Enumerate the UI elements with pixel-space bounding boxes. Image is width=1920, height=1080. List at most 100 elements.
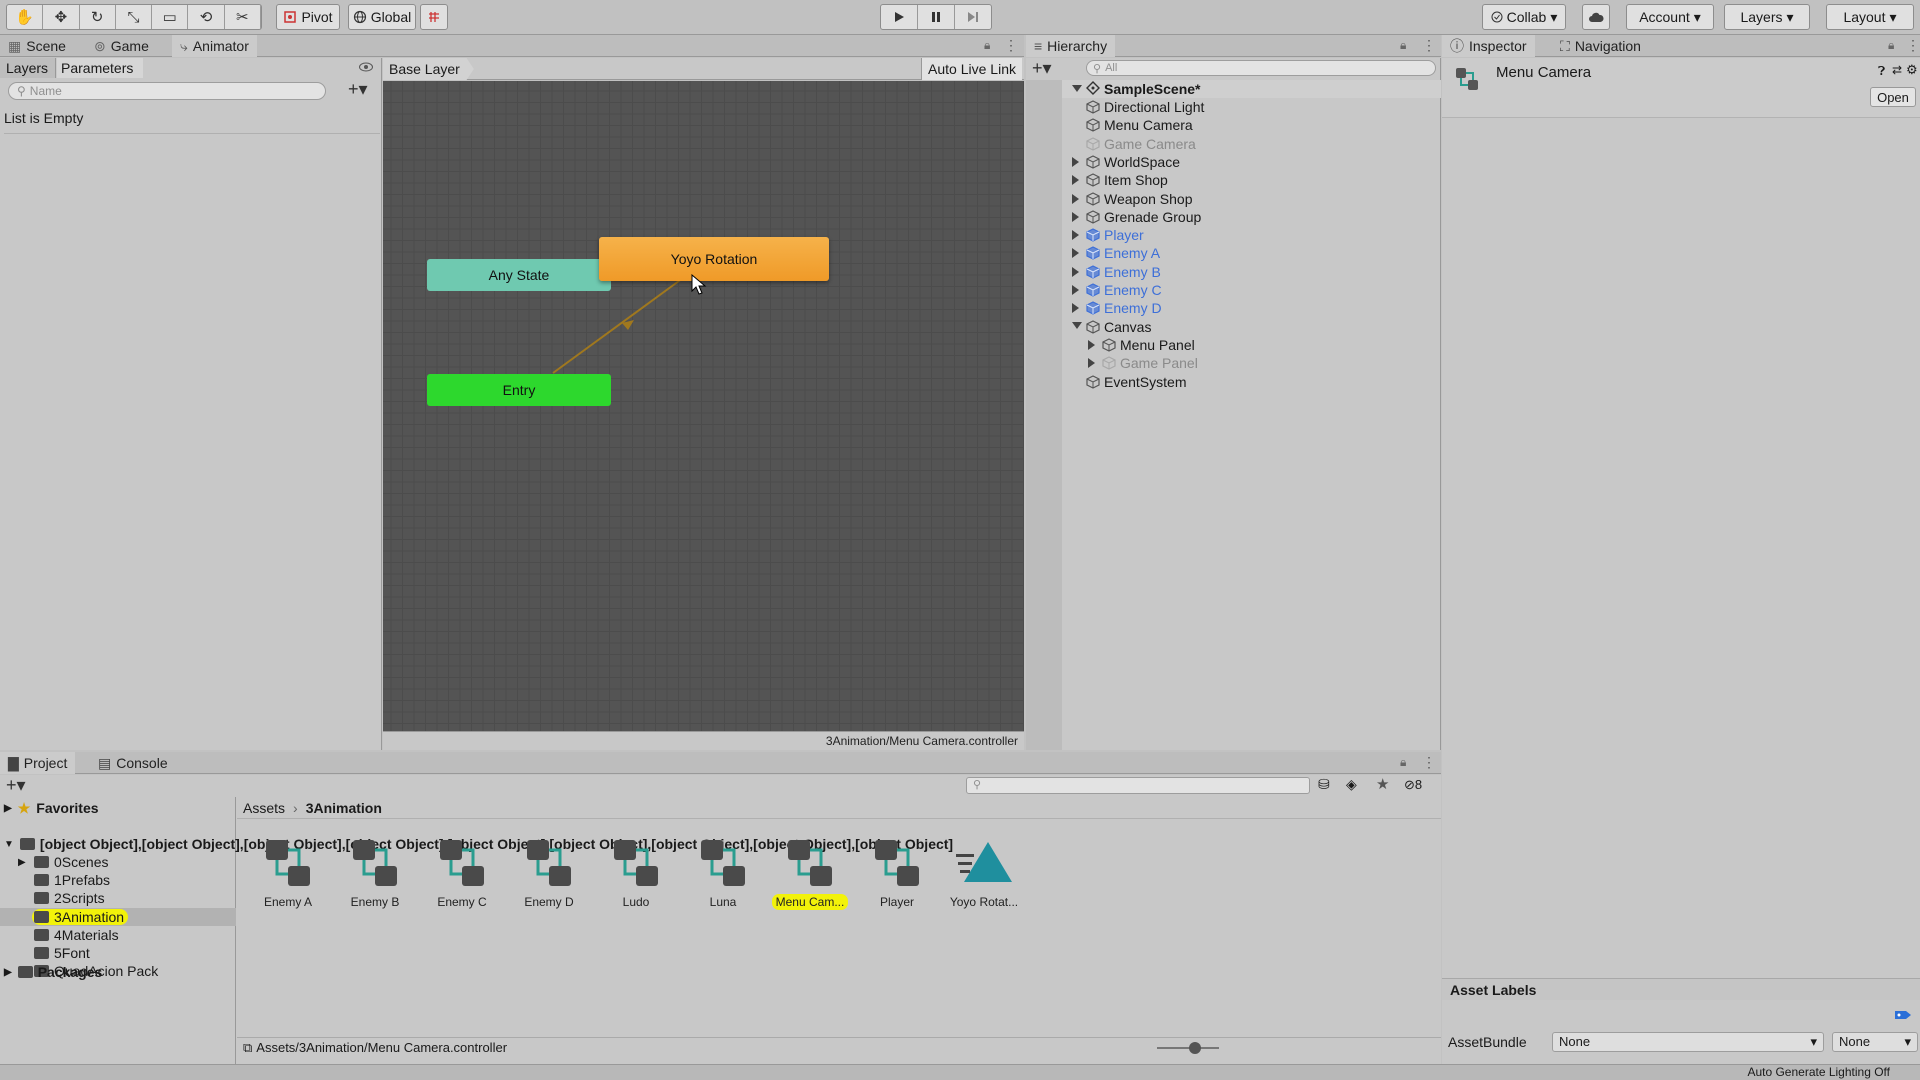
- hierarchy-item[interactable]: Item Shop: [1062, 171, 1441, 189]
- collab-dropdown[interactable]: Collab ▾: [1482, 4, 1566, 30]
- play-button[interactable]: [881, 5, 918, 29]
- expand-arrow-icon[interactable]: [1088, 358, 1095, 369]
- asset-tile[interactable]: Enemy B: [335, 838, 415, 910]
- asset-tile[interactable]: Luna: [683, 838, 763, 910]
- icon-size-slider[interactable]: [1157, 1042, 1219, 1054]
- expand-arrow-icon[interactable]: [1072, 156, 1079, 167]
- yoyo-rotation-state-node[interactable]: Yoyo Rotation: [599, 237, 829, 281]
- hierarchy-item[interactable]: EventSystem: [1062, 373, 1441, 391]
- folder-row[interactable]: 3Animation: [0, 907, 236, 926]
- asset-tile[interactable]: Player: [857, 838, 937, 910]
- favorites-row[interactable]: ▶ ★ Favorites: [4, 799, 99, 817]
- create-asset-button[interactable]: +▾: [6, 775, 26, 796]
- rect-tool-button[interactable]: ▭: [152, 5, 189, 29]
- expand-arrow-icon[interactable]: [1088, 339, 1095, 350]
- folder-row[interactable]: 4Materials: [0, 926, 236, 944]
- expand-arrow-icon[interactable]: ▶: [4, 803, 12, 814]
- hierarchy-item[interactable]: Menu Camera: [1062, 116, 1441, 134]
- step-button[interactable]: [955, 5, 991, 29]
- expand-arrow-icon[interactable]: ▼: [4, 839, 14, 850]
- hierarchy-item[interactable]: Enemy B›: [1062, 263, 1457, 281]
- hierarchy-item[interactable]: Game Camera: [1062, 135, 1441, 153]
- custom-tool-tool-button[interactable]: ✂: [225, 5, 261, 29]
- expand-arrow-icon[interactable]: [1072, 303, 1079, 314]
- packages-root-row[interactable]: ▶ Packages: [4, 963, 102, 981]
- folder-row[interactable]: 2Scripts: [0, 889, 236, 907]
- lock-icon[interactable]: 🔒︎: [1400, 755, 1406, 770]
- tab-navigation[interactable]: ⛶ Navigation: [1552, 35, 1649, 57]
- tab-inspector[interactable]: ⓘ Inspector: [1442, 35, 1535, 57]
- hierarchy-search-input[interactable]: ⚲ All: [1086, 60, 1436, 76]
- asset-tile[interactable]: Ludo: [596, 838, 676, 910]
- expand-arrow-icon[interactable]: [1072, 285, 1079, 295]
- open-button[interactable]: Open: [1870, 87, 1916, 107]
- rotate-tool-button[interactable]: ↻: [80, 5, 116, 29]
- asset-bundle-dropdown[interactable]: None ▾: [1552, 1032, 1824, 1052]
- account-dropdown[interactable]: Account ▾: [1626, 4, 1714, 30]
- tab-console[interactable]: ▤ Console: [90, 752, 176, 774]
- asset-variant-dropdown[interactable]: None ▾: [1832, 1032, 1918, 1052]
- scale-tool-button[interactable]: ⤡: [116, 5, 153, 29]
- hierarchy-item[interactable]: Weapon Shop: [1062, 190, 1441, 208]
- expand-arrow-icon[interactable]: [1072, 193, 1079, 204]
- expand-arrow-icon[interactable]: [1072, 85, 1082, 92]
- more-menu-icon[interactable]: ⋮: [1906, 37, 1920, 54]
- any-state-node[interactable]: Any State: [427, 259, 611, 291]
- tab-project[interactable]: ▇ Project: [0, 752, 76, 774]
- hierarchy-item[interactable]: Canvas: [1062, 318, 1441, 336]
- label-tag-icon[interactable]: [1894, 1008, 1912, 1022]
- global-toggle[interactable]: Global: [348, 4, 416, 30]
- help-icon[interactable]: ❓︎: [1878, 64, 1885, 79]
- breadcrumb-current[interactable]: 3Animation: [306, 800, 382, 816]
- layout-dropdown[interactable]: Layout ▾: [1826, 4, 1914, 30]
- preset-icon[interactable]: ⇄: [1892, 63, 1902, 77]
- expand-arrow-icon[interactable]: [1072, 230, 1079, 241]
- asset-tile[interactable]: Menu Cam...: [770, 838, 850, 910]
- hierarchy-item[interactable]: Enemy D›: [1062, 299, 1457, 317]
- expand-arrow-icon[interactable]: [1072, 175, 1079, 186]
- settings-gear-icon[interactable]: ⚙: [1906, 62, 1918, 78]
- hierarchy-item[interactable]: Grenade Group: [1062, 208, 1441, 226]
- hierarchy-item[interactable]: Directional Light: [1062, 98, 1441, 116]
- more-menu-icon[interactable]: ⋮: [1422, 754, 1436, 771]
- breadcrumb-assets[interactable]: Assets: [243, 800, 285, 816]
- hierarchy-item[interactable]: Enemy C›: [1062, 281, 1457, 299]
- transform-tool-button[interactable]: ⟲: [188, 5, 225, 29]
- move-tool-button[interactable]: ✥: [43, 5, 80, 29]
- layers-dropdown[interactable]: Layers ▾: [1724, 4, 1810, 30]
- hierarchy-item[interactable]: Menu Panel: [1062, 336, 1441, 354]
- hierarchy-item[interactable]: Game Panel: [1062, 354, 1441, 372]
- expand-arrow-icon[interactable]: ▶: [18, 857, 32, 868]
- asset-tile[interactable]: Enemy C: [422, 838, 502, 910]
- hierarchy-item[interactable]: Enemy A›: [1062, 244, 1457, 262]
- project-search-input[interactable]: ⚲: [966, 777, 1310, 794]
- search-by-label-icon[interactable]: ◈: [1346, 776, 1357, 793]
- tab-hierarchy[interactable]: ≡ Hierarchy: [1026, 35, 1116, 57]
- eye-icon[interactable]: [358, 59, 374, 75]
- cloud-button[interactable]: [1582, 4, 1610, 30]
- breadcrumb-base-layer[interactable]: Base Layer: [383, 58, 474, 80]
- layers-tab[interactable]: Layers: [0, 58, 56, 78]
- parameters-tab[interactable]: Parameters: [57, 58, 143, 78]
- lock-icon[interactable]: 🔒︎: [1400, 38, 1406, 53]
- auto-live-link-button[interactable]: Auto Live Link: [921, 58, 1022, 80]
- entry-node[interactable]: Entry: [427, 374, 611, 406]
- folder-row[interactable]: ▶ 0Scenes: [0, 853, 236, 871]
- tab-animator[interactable]: ⤷ Animator: [172, 35, 257, 57]
- expand-arrow-icon[interactable]: [1072, 266, 1079, 277]
- folder-row[interactable]: 1Prefabs: [0, 871, 236, 889]
- more-menu-icon[interactable]: ⋮: [1422, 37, 1436, 54]
- scene-row[interactable]: SampleScene* ⋮: [1062, 80, 1464, 98]
- favorite-star-icon[interactable]: ★: [1376, 775, 1389, 793]
- expand-arrow-icon[interactable]: [1072, 211, 1079, 222]
- add-object-button[interactable]: +▾: [1032, 58, 1052, 79]
- hierarchy-item[interactable]: WorldSpace: [1062, 153, 1441, 171]
- grid-snap-button[interactable]: [420, 4, 448, 30]
- more-menu-icon[interactable]: ⋮: [1004, 37, 1018, 54]
- animator-graph[interactable]: Any State Yoyo Rotation Entry: [383, 81, 1024, 731]
- hidden-packages-toggle[interactable]: ⊘8: [1404, 777, 1422, 793]
- tab-game[interactable]: ⊚ Game: [86, 35, 157, 57]
- search-by-type-icon[interactable]: ⛁: [1318, 776, 1330, 793]
- expand-arrow-icon[interactable]: ▶: [4, 967, 12, 978]
- add-parameter-button[interactable]: +▾: [348, 79, 368, 100]
